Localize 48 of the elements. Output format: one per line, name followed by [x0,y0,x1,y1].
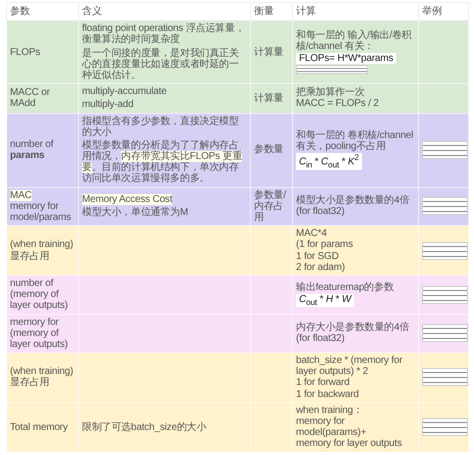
cell-text: number of params [10,138,54,162]
formula: C$_{out}$ *H* W [296,294,354,308]
cell-text: Total memory [10,422,69,433]
cell-text: memory for model/params [10,200,72,224]
cell-text: (for float32) [296,333,346,344]
cell-text: memory for layer outputs [296,438,403,450]
cell-text: when training： [296,404,364,416]
cell-text: 输出featuremap的参数 [296,282,395,294]
cell-text: (1 for params [296,239,354,251]
cell-text: 参数量 [254,144,284,156]
cell-text: 1 for forward [296,377,351,389]
cell-text: floating point operations 浮点运算量，衡量算法的时间复杂度 [82,23,246,46]
cell-text: 模型大小，单位通常为M [82,207,190,219]
cell-text: FLOPs [10,46,42,58]
cell-text: (for float32) [296,206,346,218]
cell-text: 参数量/内存占用 [254,190,287,224]
column-header: 参数 [6,2,78,21]
cell-text: 计算量 [254,92,284,104]
cell-text: memory for (memory of layer outputs) [10,316,69,350]
cell-text: (when training)显存占用 [10,366,74,389]
cell-text: 2 for adam) [296,262,346,273]
cell-text: 和每一层的 卷积核/channel有关，pooling不占用 [296,130,414,152]
cell-text: 是一个间接的度量，是对我们真正关心的直接度量比如速度或者时延的一种近似估计。 [82,48,240,82]
cell-text: (when training)显存占用 [10,239,74,262]
cell-text: MAC*4 [296,228,328,240]
column-header: 含义 [78,2,250,21]
column-header: 计算 [292,2,418,21]
cell-text: multiply-accumulate [82,86,168,98]
column-header: 举例 [418,2,468,21]
cell-text: 指模型含有多少参数，直接决定模型的大小 [82,116,240,138]
column-header: 衡量 [250,2,292,21]
cell-text: multiply-add [82,99,135,110]
cell-text: 限制了可选batch_size的大小 [82,422,208,433]
formula: FLOPs= H*W*params [296,53,396,64]
cell-text: 1 for backward [296,388,360,400]
cell-text: 和每一层的 输入/输出/卷积核/channel 有关： [296,30,413,52]
cell-text: 把乘加算作一次 [296,87,366,98]
cell-text: MACC or MAdd [10,87,51,110]
cell-text: 1 for SGD [296,250,340,262]
cell-text: batch_size * (memory for layer outputs) * 2 [296,355,404,378]
cell-text: MACC = FLOPs / 2 [296,98,380,110]
cell-text: 内存大小是参数数量的4倍 [296,322,410,334]
cell-text: 计算量 [254,46,284,58]
cell-text: 模型参数量的分析是为了了解内存占用情况，内存带宽其实比FLOPs 更重要。目前的计算机结构下，单次内存访问比单次运算慢得多的多。 [82,140,244,185]
cell-text: Memory Access Cost [82,194,174,206]
cell-text: number of (memory of layer outputs) [10,278,69,312]
cell-text: 模型大小是参数数量的4倍 [296,195,410,206]
cell-text: MAC [10,190,33,201]
